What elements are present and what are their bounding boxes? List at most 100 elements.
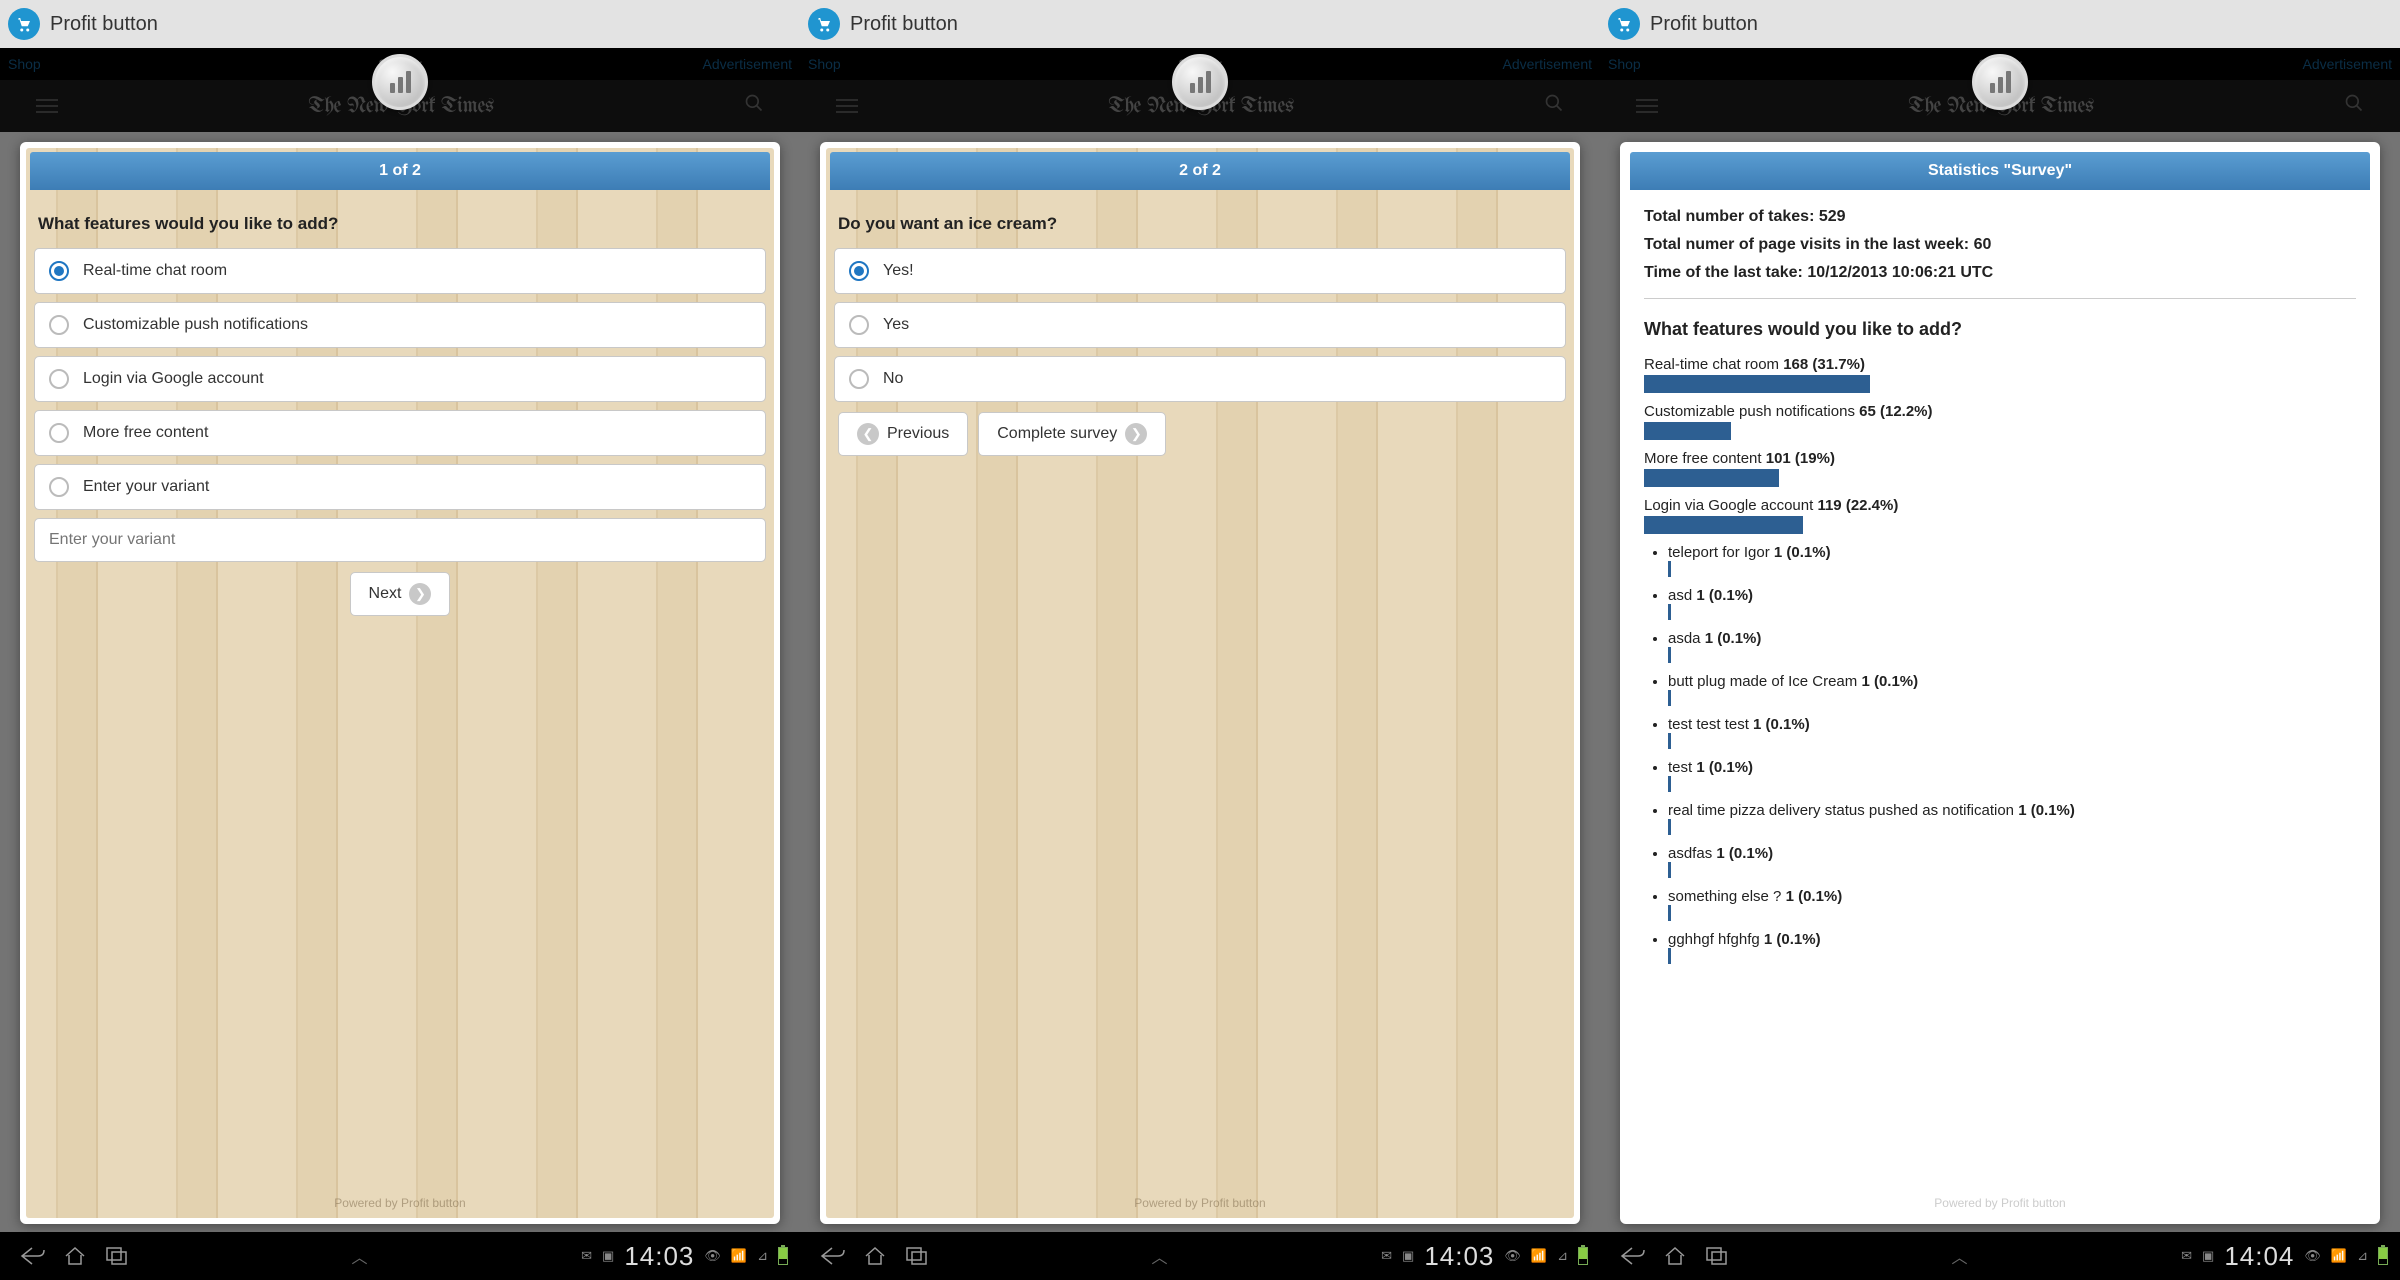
stats-badge-icon[interactable]: [1972, 54, 2028, 110]
radio-icon: [49, 315, 69, 335]
image-icon: ▣: [2202, 1248, 2214, 1264]
complete-button[interactable]: Complete survey ❯: [978, 412, 1166, 456]
option-no[interactable]: No: [834, 356, 1566, 402]
recent-button[interactable]: [1696, 1240, 1738, 1272]
radio-icon: [49, 477, 69, 497]
stat-bar: Real-time chat room 168 (31.7%): [1644, 356, 2356, 393]
survey-modal: 2 of 2 Do you want an ice cream? Yes! Ye…: [820, 142, 1580, 1224]
pager-label: 2 of 2: [830, 152, 1570, 190]
back-button[interactable]: [1612, 1240, 1654, 1272]
signal-icon: ⊿: [2357, 1248, 2368, 1264]
option-push-notifications[interactable]: Customizable push notifications: [34, 302, 766, 348]
battery-icon: [1578, 1247, 1588, 1265]
next-button[interactable]: Next ❯: [350, 572, 451, 616]
caret-up-icon[interactable]: ︿: [352, 1244, 368, 1268]
powered-by: Powered by Profit button: [26, 1196, 774, 1210]
stats-modal: Statistics "Survey" Total number of take…: [1620, 142, 2380, 1224]
stat-bar: More free content 101 (19%): [1644, 450, 2356, 487]
image-icon: ▣: [1402, 1248, 1414, 1264]
survey-modal: 1 of 2 What features would you like to a…: [20, 142, 780, 1224]
chevron-right-icon: ❯: [409, 583, 431, 605]
eye-icon: 👁: [1504, 1248, 1521, 1264]
mail-icon: ✉: [581, 1248, 592, 1264]
radio-icon: [849, 315, 869, 335]
recent-button[interactable]: [896, 1240, 938, 1272]
stat-custom-item: asd 1 (0.1%): [1668, 587, 2356, 620]
wifi-icon: 📶: [731, 1248, 747, 1264]
stat-custom-item: real time pizza delivery status pushed a…: [1668, 802, 2356, 835]
stat-custom-item: butt plug made of Ice Cream 1 (0.1%): [1668, 673, 2356, 706]
back-button[interactable]: [812, 1240, 854, 1272]
recent-button[interactable]: [96, 1240, 138, 1272]
stat-custom-item: teleport for Igor 1 (0.1%): [1668, 544, 2356, 577]
option-yes[interactable]: Yes: [834, 302, 1566, 348]
option-realtime-chat[interactable]: Real-time chat room: [34, 248, 766, 294]
app-top-bar: Profit button: [1600, 0, 2400, 48]
option-free-content[interactable]: More free content: [34, 410, 766, 456]
android-nav-bar: ︿ ✉ ▣ 14:03 👁 📶 ⊿: [800, 1232, 1600, 1280]
app-top-bar: Profit button: [800, 0, 1600, 48]
powered-by: Powered by Profit button: [1626, 1196, 2374, 1210]
wifi-icon: 📶: [1531, 1248, 1547, 1264]
cart-icon[interactable]: [1608, 8, 1640, 40]
stat-custom-item: asda 1 (0.1%): [1668, 630, 2356, 663]
option-yes-excl[interactable]: Yes!: [834, 248, 1566, 294]
cart-icon[interactable]: [808, 8, 840, 40]
home-button[interactable]: [54, 1240, 96, 1272]
chevron-left-icon: ❮: [857, 423, 879, 445]
signal-icon: ⊿: [1557, 1248, 1568, 1264]
stat-custom-item: test test test 1 (0.1%): [1668, 716, 2356, 749]
caret-up-icon[interactable]: ︿: [1952, 1244, 1968, 1268]
radio-icon: [49, 369, 69, 389]
home-button[interactable]: [854, 1240, 896, 1272]
clock: 14:03: [624, 1241, 694, 1272]
radio-icon: [849, 369, 869, 389]
stat-custom-item: test 1 (0.1%): [1668, 759, 2356, 792]
option-enter-variant[interactable]: Enter your variant: [34, 464, 766, 510]
app-title: Profit button: [50, 13, 158, 36]
stats-header: Statistics "Survey": [1630, 152, 2370, 190]
radio-icon: [849, 261, 869, 281]
battery-icon: [2378, 1247, 2388, 1265]
back-button[interactable]: [12, 1240, 54, 1272]
total-visits: Total numer of page visits in the last w…: [1644, 236, 2356, 254]
stats-badge-icon[interactable]: [1172, 54, 1228, 110]
stat-bar: Customizable push notifications 65 (12.2…: [1644, 403, 2356, 440]
question-text: What features would you like to add?: [34, 214, 766, 234]
stats-badge-icon[interactable]: [372, 54, 428, 110]
radio-icon: [49, 261, 69, 281]
battery-icon: [778, 1247, 788, 1265]
radio-icon: [49, 423, 69, 443]
stats-question: What features would you like to add?: [1644, 319, 2356, 340]
wifi-icon: 📶: [2331, 1248, 2347, 1264]
pager-label: 1 of 2: [30, 152, 770, 190]
cart-icon[interactable]: [8, 8, 40, 40]
chevron-right-icon: ❯: [1125, 423, 1147, 445]
caret-up-icon[interactable]: ︿: [1152, 1244, 1168, 1268]
mail-icon: ✉: [1381, 1248, 1392, 1264]
mail-icon: ✉: [2181, 1248, 2192, 1264]
app-title: Profit button: [1650, 13, 1758, 36]
total-takes: Total number of takes: 529: [1644, 208, 2356, 226]
app-top-bar: Profit button: [0, 0, 800, 48]
stat-custom-item: asdfas 1 (0.1%): [1668, 845, 2356, 878]
stat-custom-item: gghhgf hfghfg 1 (0.1%): [1668, 931, 2356, 964]
signal-icon: ⊿: [757, 1248, 768, 1264]
clock: 14:03: [1424, 1241, 1494, 1272]
eye-icon: 👁: [2304, 1248, 2321, 1264]
option-google-login[interactable]: Login via Google account: [34, 356, 766, 402]
stat-custom-item: something else ? 1 (0.1%): [1668, 888, 2356, 921]
previous-button[interactable]: ❮ Previous: [838, 412, 968, 456]
eye-icon: 👁: [704, 1248, 721, 1264]
clock: 14:04: [2224, 1241, 2294, 1272]
image-icon: ▣: [602, 1248, 614, 1264]
android-nav-bar: ︿ ✉ ▣ 14:04 👁 📶 ⊿: [1600, 1232, 2400, 1280]
android-nav-bar: ︿ ✉ ▣ 14:03 👁 📶 ⊿: [0, 1232, 800, 1280]
question-text: Do you want an ice cream?: [834, 214, 1566, 234]
powered-by: Powered by Profit button: [826, 1196, 1574, 1210]
last-take: Time of the last take: 10/12/2013 10:06:…: [1644, 264, 2356, 282]
home-button[interactable]: [1654, 1240, 1696, 1272]
variant-input[interactable]: [34, 518, 766, 562]
app-title: Profit button: [850, 13, 958, 36]
stat-bar: Login via Google account 119 (22.4%): [1644, 497, 2356, 534]
